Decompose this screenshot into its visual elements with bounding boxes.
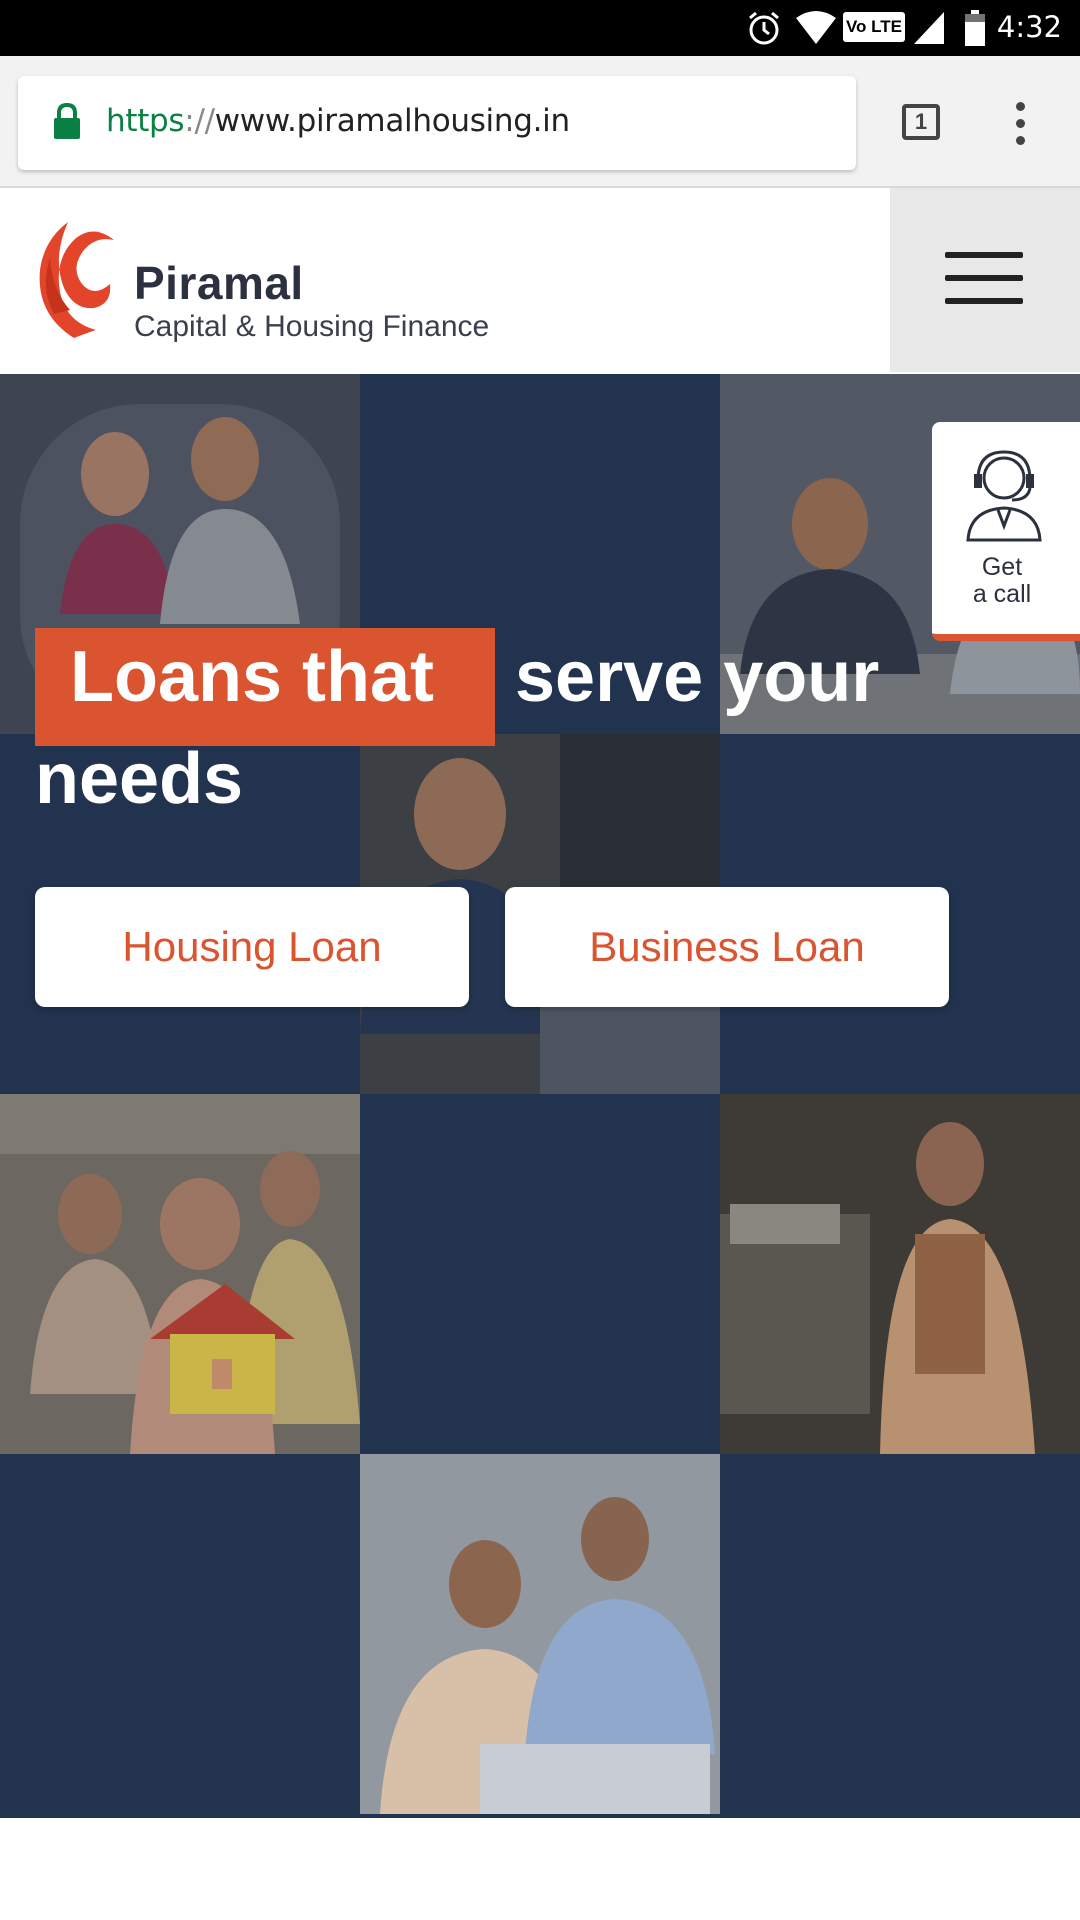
signal-icon bbox=[914, 12, 944, 44]
photo-family-house bbox=[0, 1094, 360, 1454]
volte-icon: Vo LTE bbox=[843, 12, 905, 42]
lock-icon bbox=[54, 103, 80, 139]
tab-switcher-button[interactable]: 1 bbox=[902, 104, 940, 140]
hamburger-icon bbox=[945, 252, 1023, 304]
site-header: Piramal Capital & Housing Finance bbox=[0, 188, 1080, 372]
headset-agent-icon bbox=[966, 450, 1042, 542]
alarm-icon bbox=[749, 11, 779, 45]
url-host: www.piramalhousing.in bbox=[214, 103, 570, 139]
get-a-call-button[interactable]: Get a call bbox=[932, 422, 1080, 641]
get-a-call-label: Get a call bbox=[932, 554, 1072, 608]
photo-advisors bbox=[360, 1454, 720, 1814]
browser-menu-icon[interactable] bbox=[1016, 102, 1028, 146]
brand-name: Piramal bbox=[134, 257, 304, 309]
housing-loan-button[interactable]: Housing Loan bbox=[35, 887, 469, 1007]
wifi-icon bbox=[796, 11, 836, 44]
get-a-call-line2: a call bbox=[972, 580, 1032, 608]
menu-button[interactable] bbox=[890, 188, 1080, 372]
browser-toolbar: https://www.piramalhousing.in 1 bbox=[0, 56, 1080, 188]
headline-line1: serve your bbox=[515, 637, 880, 717]
url-text: https://www.piramalhousing.in bbox=[106, 103, 570, 139]
address-bar[interactable]: https://www.piramalhousing.in bbox=[18, 76, 856, 170]
headline-highlight: Loans that bbox=[70, 637, 435, 717]
get-a-call-line1: Get bbox=[981, 553, 1023, 581]
battery-icon bbox=[965, 10, 985, 46]
status-bar: Vo LTE 4:32 bbox=[0, 0, 1080, 56]
piramal-logo-icon[interactable] bbox=[34, 218, 118, 342]
headline-line2: needs bbox=[35, 739, 244, 819]
url-separator: :// bbox=[184, 103, 215, 139]
business-loan-button[interactable]: Business Loan bbox=[505, 887, 949, 1007]
clock: 4:32 bbox=[996, 10, 1062, 44]
brand-tagline: Capital & Housing Finance bbox=[134, 310, 490, 343]
hero-section: Loans that serve your needs Housing Loan… bbox=[0, 374, 1080, 1818]
photo-shopkeeper bbox=[720, 1094, 1080, 1454]
url-scheme: https bbox=[106, 103, 185, 139]
page-below-hero bbox=[0, 1818, 1080, 1920]
